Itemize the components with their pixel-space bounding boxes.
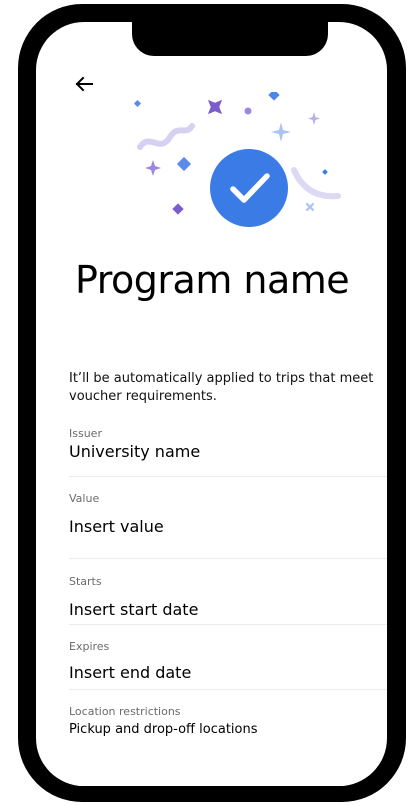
location-label: Location restrictions bbox=[69, 705, 181, 718]
page-title: Program name bbox=[75, 258, 350, 302]
phone-notch bbox=[132, 22, 328, 56]
divider bbox=[69, 689, 387, 690]
issuer-label: Issuer bbox=[69, 427, 102, 440]
confetti-sparkle bbox=[271, 122, 291, 142]
confetti-diamond bbox=[133, 99, 142, 108]
starts-label: Starts bbox=[69, 575, 102, 588]
confetti-arc bbox=[291, 167, 341, 200]
value-label: Value bbox=[69, 492, 100, 505]
expires-label: Expires bbox=[69, 640, 110, 653]
confetti-sparkle bbox=[308, 112, 320, 125]
confetti-diamond bbox=[176, 156, 192, 172]
divider bbox=[69, 558, 387, 559]
location-field[interactable]: Location restrictions Pickup and drop-of… bbox=[69, 705, 387, 740]
screen: Program name It’ll be automatically appl… bbox=[36, 22, 387, 786]
confetti-ribbon bbox=[137, 123, 195, 150]
confetti-star bbox=[207, 99, 223, 115]
location-value: Pickup and drop-off locations bbox=[69, 722, 258, 737]
confetti-diamond bbox=[268, 92, 280, 101]
phone-frame: Program name It’ll be automatically appl… bbox=[18, 4, 406, 802]
starts-value: Insert start date bbox=[69, 600, 199, 619]
issuer-value: University name bbox=[69, 442, 201, 461]
bottom-fade bbox=[36, 746, 387, 786]
confetti-dot bbox=[244, 107, 252, 115]
checkmark-circle-icon bbox=[210, 149, 288, 227]
program-description: It’ll be automatically applied to trips … bbox=[69, 371, 374, 404]
arrow-left-icon bbox=[75, 76, 93, 92]
back-button[interactable] bbox=[72, 72, 96, 96]
value-field[interactable]: Value Insert value bbox=[69, 492, 387, 537]
confetti-diamond bbox=[322, 169, 328, 175]
expires-field[interactable]: Expires Insert end date bbox=[69, 640, 387, 683]
divider bbox=[69, 624, 387, 625]
issuer-field: Issuer University name bbox=[69, 427, 387, 462]
expires-value: Insert end date bbox=[69, 663, 192, 682]
success-illustration bbox=[133, 92, 341, 227]
value-value: Insert value bbox=[69, 517, 164, 536]
confetti-sparkle bbox=[145, 160, 161, 176]
divider bbox=[69, 476, 387, 477]
confetti-x bbox=[305, 202, 315, 212]
starts-field[interactable]: Starts Insert start date bbox=[69, 575, 387, 620]
confetti-diamond bbox=[172, 203, 184, 215]
